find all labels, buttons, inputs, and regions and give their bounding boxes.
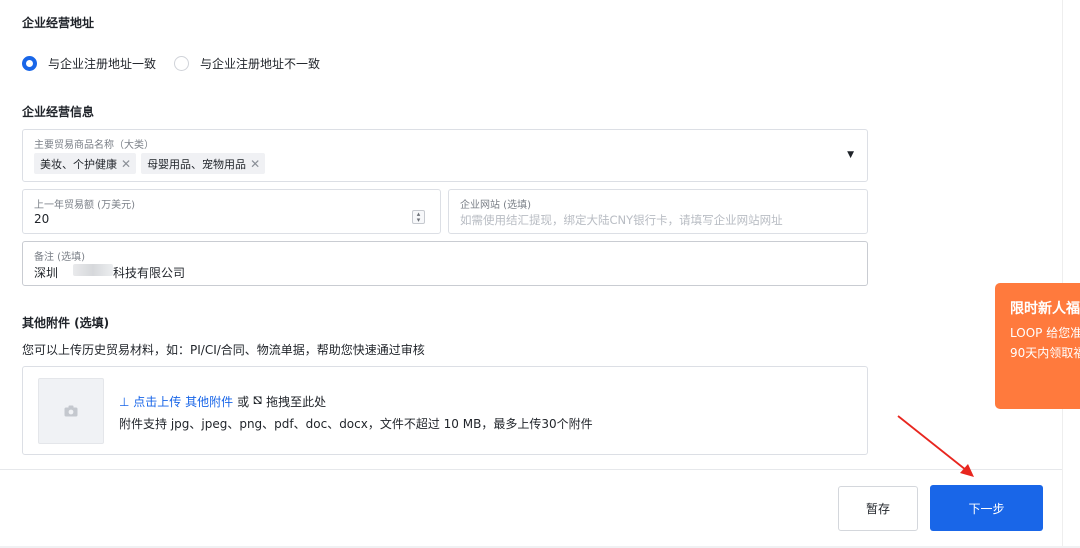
promo-banner[interactable]: 限时新人福 LOOP 给您准 90天内领取福 <box>995 283 1080 409</box>
promo-title: 限时新人福 <box>1010 301 1080 317</box>
promo-line-1: LOOP 给您准 <box>1010 326 1080 340</box>
annotation-arrow-icon <box>897 415 974 477</box>
promo-line-2: 90天内领取福 <box>1010 346 1080 360</box>
